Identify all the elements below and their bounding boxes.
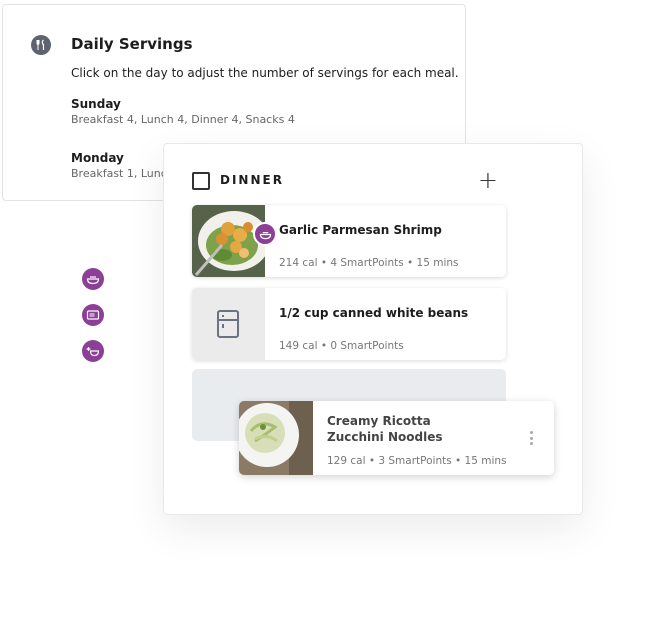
meal-item-creamy-ricotta-zucchini-noodles[interactable]: Creamy Ricotta Zucchini Noodles 129 cal …: [239, 401, 554, 475]
meal-name: Creamy Ricotta Zucchini Noodles: [327, 414, 443, 444]
day-meals: Breakfast 1, Lunch: [71, 167, 174, 180]
day-row-sunday[interactable]: Sunday Breakfast 4, Lunch 4, Dinner 4, S…: [71, 97, 295, 126]
shrimp-photo: [192, 205, 265, 277]
food-placeholder: [192, 288, 265, 360]
meal-meta: 214 cal • 4 SmartPoints • 15 mins: [279, 257, 459, 269]
meal-name: Garlic Parmesan Shrimp: [279, 223, 442, 237]
dinner-label: DINNER: [220, 173, 284, 187]
meal-meta: 149 cal • 0 SmartPoints: [279, 340, 404, 352]
day-meals: Breakfast 4, Lunch 4, Dinner 4, Snacks 4: [71, 113, 295, 126]
dinner-checkbox[interactable]: [192, 172, 210, 190]
meal-item-white-beans[interactable]: 1/2 cup canned white beans 149 cal • 0 S…: [192, 288, 506, 360]
meal-name: 1/2 cup canned white beans: [279, 306, 469, 320]
microwave-icon: [82, 304, 104, 326]
add-meal-button[interactable]: +: [478, 166, 498, 194]
fridge-icon: [216, 310, 240, 342]
bowl-icon: [253, 222, 277, 246]
day-row-monday[interactable]: Monday Breakfast 1, Lunch: [71, 151, 174, 180]
meal-meta: 129 cal • 3 SmartPoints • 15 mins: [327, 455, 507, 467]
meal-item-garlic-parmesan-shrimp[interactable]: Garlic Parmesan Shrimp 214 cal • 4 Smart…: [192, 205, 506, 277]
utensils-icon: [31, 35, 51, 55]
bowl-icon: [82, 268, 104, 290]
servings-title: Daily Servings: [71, 35, 193, 53]
servings-description: Click on the day to adjust the number of…: [71, 66, 459, 80]
day-name: Sunday: [71, 97, 121, 111]
more-options-icon[interactable]: [530, 431, 534, 447]
bowl-plus-icon: [82, 340, 104, 362]
zucchini-noodles-photo: [239, 401, 313, 475]
day-name: Monday: [71, 151, 124, 165]
